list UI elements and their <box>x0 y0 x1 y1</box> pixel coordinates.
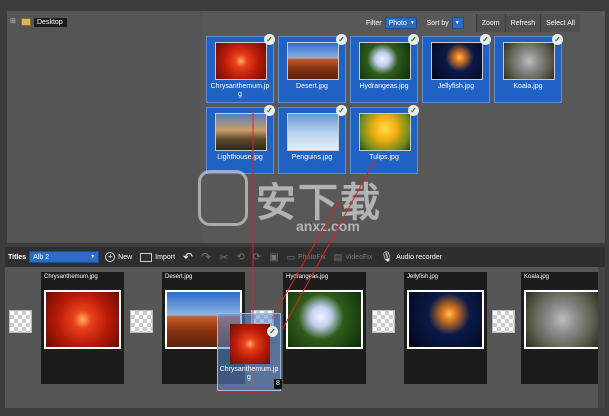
photo-thumbnail <box>287 42 339 80</box>
filter-dropdown[interactable]: Photo ▼ <box>384 17 417 29</box>
photo-tile[interactable]: Lighthouse.jpg ✓ <box>206 105 275 174</box>
photo-thumbnail <box>215 113 267 151</box>
slide-thumbnail <box>286 290 363 349</box>
photo-thumbnail <box>215 42 267 80</box>
videofix-button[interactable]: ▤ VideoFix <box>334 252 373 263</box>
photo-tile[interactable]: Chrysanthemum.jp g ✓ <box>206 34 275 103</box>
chevron-down-icon: ▼ <box>454 20 460 26</box>
camera-icon: ▭ <box>286 251 296 262</box>
checkmark-icon: ✓ <box>267 326 278 337</box>
import-button[interactable]: Import <box>140 252 176 262</box>
dragged-photo[interactable]: Chrysanthemum.jp g ✓ <box>217 313 281 391</box>
chevron-down-icon: ▼ <box>90 254 96 260</box>
photo-caption: Chrysanthemum.jp g <box>210 83 270 98</box>
transition-slot[interactable] <box>372 310 395 333</box>
photo-tile[interactable]: Koala.jpg ✓ <box>494 34 563 103</box>
photo-thumbnail <box>287 113 339 151</box>
redo-icon[interactable]: ↷ <box>201 250 211 264</box>
plus-icon: + <box>105 252 116 262</box>
refresh-button[interactable]: Refresh <box>504 14 541 32</box>
checkmark-icon[interactable]: ✓ <box>552 34 563 45</box>
drag-count-badge: 8 <box>274 379 282 389</box>
titles-label: Titles <box>8 253 27 261</box>
tree-item-desktop[interactable]: ⊞ Desktop <box>10 16 67 28</box>
zoom-button[interactable]: Zoom <box>475 14 505 32</box>
photo-caption: Penguins.jpg <box>291 154 333 161</box>
photo-thumbnail <box>503 42 555 80</box>
slide-item[interactable]: Jellyfish.jpg <box>404 272 487 384</box>
slide-thumbnail <box>524 290 601 349</box>
album-dropdown[interactable]: Alb 2 ▼ <box>29 251 100 263</box>
checkmark-icon[interactable]: ✓ <box>336 105 347 116</box>
storyboard-scrollbar[interactable] <box>598 267 605 408</box>
filter-value: Photo <box>388 19 407 27</box>
rotate-left-icon[interactable]: ⟲ <box>236 252 244 263</box>
grid-toolbar: Filter Photo ▼ Sort by ▼ Zoom Refresh Se… <box>363 14 580 32</box>
album-value: Alb 2 <box>33 253 50 261</box>
photo-caption: Lighthouse.jpg <box>217 154 263 161</box>
photo-caption: Desert.jpg <box>296 83 328 90</box>
sort-label: Sort by <box>426 19 449 27</box>
folder-icon <box>21 18 31 26</box>
photo-thumbnail <box>431 42 483 80</box>
slide-name: Desert.jpg <box>165 274 193 280</box>
photo-tile[interactable]: Tulips.jpg ✓ <box>350 105 419 174</box>
new-label: New <box>118 253 133 261</box>
transition-slot[interactable] <box>9 310 32 333</box>
select-all-button[interactable]: Select All <box>540 14 580 32</box>
photofix-button[interactable]: ▭ PhotoFix <box>287 252 326 263</box>
chevron-down-icon: ▼ <box>409 20 415 26</box>
storyboard-strip: Chrysanthemum.jpg Desert.jpg Hydrangeas.… <box>5 267 605 408</box>
slide-thumbnail <box>407 290 484 349</box>
rotate-right-icon[interactable]: ⟳ <box>253 252 261 263</box>
audio-recorder-button[interactable]: 🎙 Audio recorder <box>380 252 442 263</box>
photo-tile[interactable]: Desert.jpg ✓ <box>278 34 347 103</box>
slide-name: Koala.jpg <box>524 274 550 280</box>
tree-item-label: Desktop <box>34 17 67 27</box>
photo-caption: Hydrangeas.jpg <box>359 83 409 90</box>
sort-dropdown[interactable]: ▼ <box>451 17 464 29</box>
slide-name: Jellyfish.jpg <box>407 274 439 280</box>
dragged-caption: Chrysanthemum.jp g <box>219 366 279 381</box>
slide-item[interactable]: Hydrangeas.jpg <box>283 272 366 384</box>
transition-slot[interactable] <box>492 310 515 333</box>
photo-tile[interactable]: Jellyfish.jpg ✓ <box>422 34 491 103</box>
checkmark-icon[interactable]: ✓ <box>264 105 275 116</box>
transition-slot[interactable] <box>130 310 153 333</box>
new-button[interactable]: + New <box>105 252 132 262</box>
delete-icon[interactable]: ▣ <box>269 252 278 263</box>
import-icon <box>140 252 153 262</box>
slide-name: Hydrangeas.jpg <box>286 274 329 280</box>
tree-expand-icon[interactable]: ⊞ <box>10 17 18 27</box>
slide-item[interactable]: Chrysanthemum.jpg <box>41 272 124 384</box>
checkmark-icon[interactable]: ✓ <box>264 34 275 45</box>
photo-tile[interactable]: Penguins.jpg ✓ <box>278 105 347 174</box>
audio-recorder-label: Audio recorder <box>396 253 442 261</box>
checkmark-icon[interactable]: ✓ <box>408 105 419 116</box>
undo-icon[interactable]: ↶ <box>183 250 193 264</box>
slide-thumbnail <box>44 290 121 349</box>
photo-caption: Koala.jpg <box>513 83 543 90</box>
videofix-label: VideoFix <box>345 253 373 261</box>
photo-caption: Jellyfish.jpg <box>437 83 475 90</box>
import-label: Import <box>155 253 176 261</box>
photo-thumbnail <box>359 42 411 80</box>
film-icon: ▤ <box>333 251 343 262</box>
dragged-thumbnail <box>230 324 270 364</box>
checkmark-icon[interactable]: ✓ <box>408 34 419 45</box>
cut-icon[interactable]: ✂ <box>219 251 228 264</box>
checkmark-icon[interactable]: ✓ <box>336 34 347 45</box>
folder-tree-pane <box>7 11 202 243</box>
microphone-icon: 🎙 <box>380 251 394 263</box>
slide-name: Chrysanthemum.jpg <box>44 274 98 280</box>
photo-caption: Tulips.jpg <box>369 154 399 161</box>
filter-label: Filter <box>366 19 382 27</box>
photofix-label: PhotoFix <box>298 253 326 261</box>
photo-tile[interactable]: Hydrangeas.jpg ✓ <box>350 34 419 103</box>
slide-item[interactable]: Koala.jpg <box>521 272 604 384</box>
checkmark-icon[interactable]: ✓ <box>480 34 491 45</box>
photo-thumbnail <box>359 113 411 151</box>
storyboard-toolbar: Titles Alb 2 ▼ + New Import ↶ ↷ ✂ ⟲ ⟳ ▣ … <box>5 247 605 267</box>
